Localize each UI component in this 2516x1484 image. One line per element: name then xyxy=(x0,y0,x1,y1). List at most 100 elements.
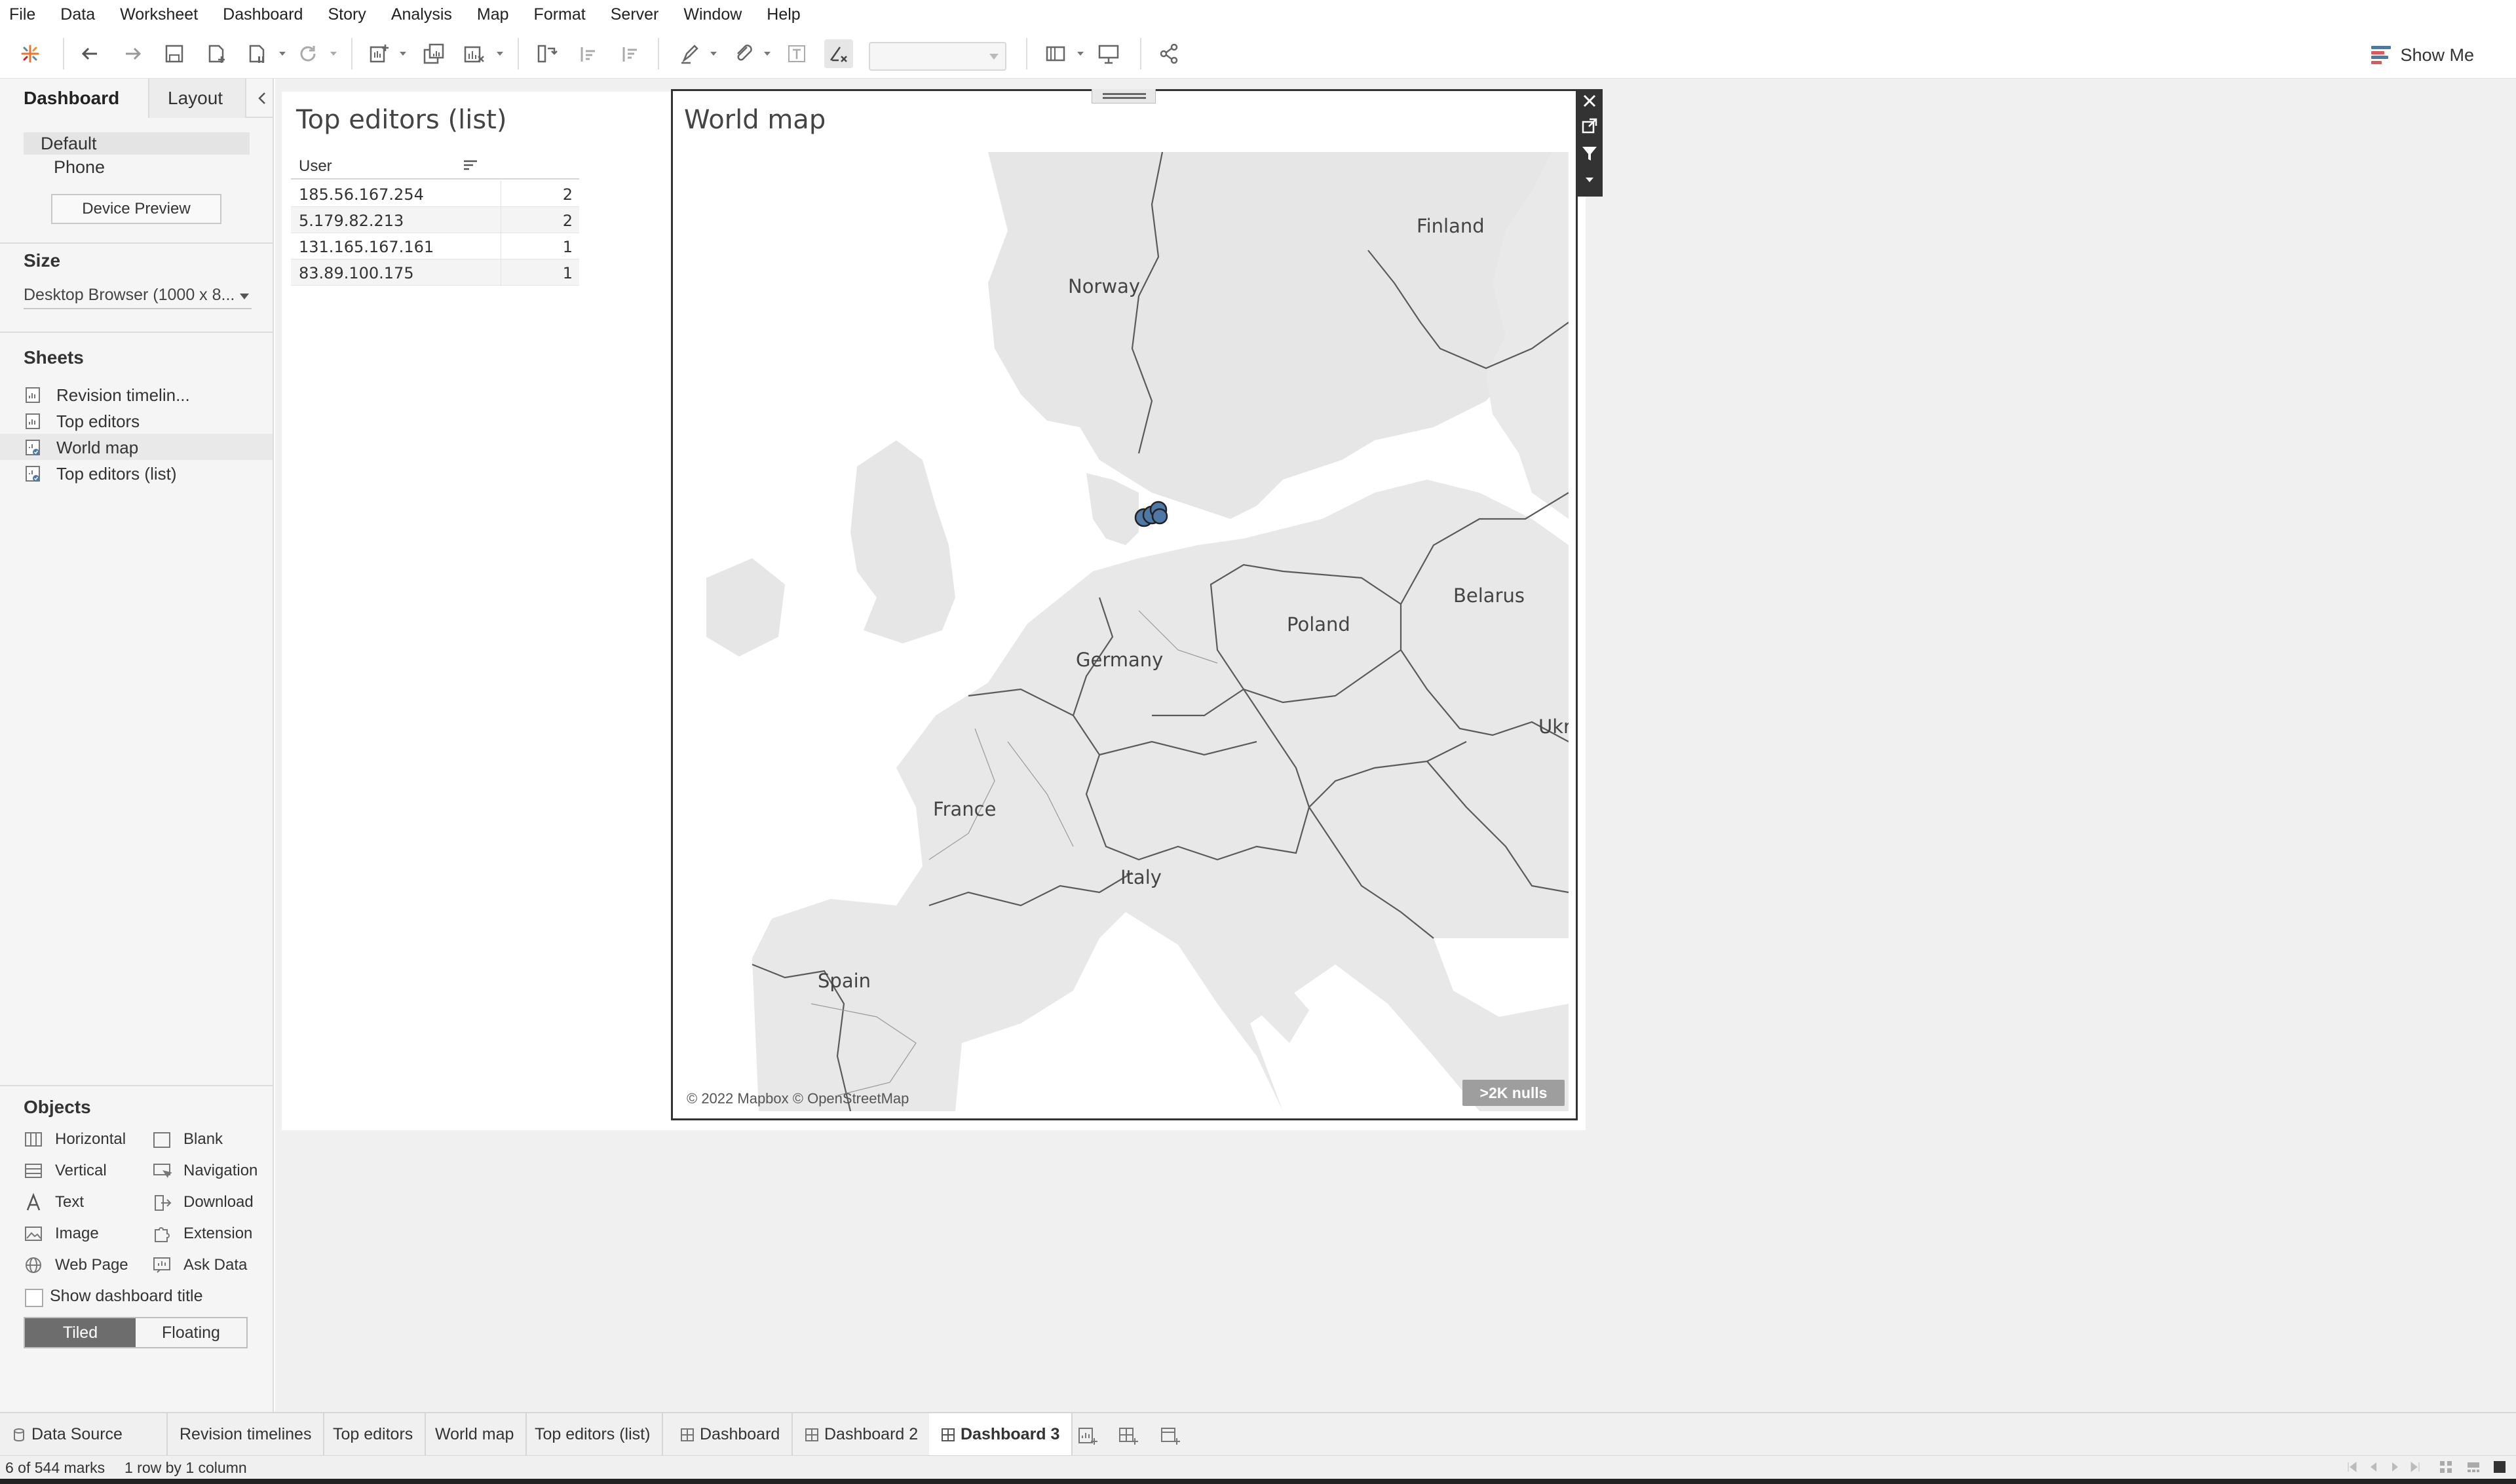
column-header-user[interactable]: User xyxy=(299,157,332,176)
object-label: Extension xyxy=(183,1225,253,1242)
table-row[interactable]: 131.165.167.161 1 xyxy=(291,233,579,259)
tab-dashboard-2[interactable]: Dashboard 2 xyxy=(793,1413,932,1456)
table-row[interactable]: 83.89.100.175 1 xyxy=(291,259,579,286)
more-options-icon[interactable] xyxy=(1580,170,1599,189)
chevron-down-icon[interactable] xyxy=(398,50,408,57)
presentation-mode-icon[interactable] xyxy=(1094,39,1123,68)
menu-worksheet[interactable]: Worksheet xyxy=(120,5,198,24)
menu-bar: File Data Worksheet Dashboard Story Anal… xyxy=(0,0,2516,29)
floating-button[interactable]: Floating xyxy=(136,1318,246,1347)
object-label: Blank xyxy=(183,1130,223,1148)
go-to-sheet-icon[interactable] xyxy=(1580,117,1599,135)
new-dashboard-icon[interactable] xyxy=(1118,1425,1139,1446)
tab-label: World map xyxy=(435,1425,514,1443)
table-row[interactable]: 185.56.167.254 2 xyxy=(291,181,579,207)
highlight-icon[interactable] xyxy=(675,39,704,68)
new-worksheet-icon[interactable] xyxy=(364,39,393,68)
show-filmstrip-icon[interactable] xyxy=(2466,1460,2481,1474)
clear-sheet-icon[interactable] xyxy=(460,39,489,68)
menu-map[interactable]: Map xyxy=(477,5,509,24)
tab-dashboard[interactable]: Dashboard xyxy=(668,1413,793,1456)
collapse-panel-icon[interactable] xyxy=(254,89,270,107)
image-icon xyxy=(25,1227,42,1241)
nulls-indicator[interactable]: >2K nulls xyxy=(1462,1080,1565,1106)
size-value: Desktop Browser (1000 x 8... xyxy=(24,286,235,304)
menu-story[interactable]: Story xyxy=(328,5,366,24)
chevron-down-icon[interactable] xyxy=(763,50,772,57)
menu-help[interactable]: Help xyxy=(767,5,800,24)
show-sheet-sorter-icon[interactable] xyxy=(2439,1460,2453,1474)
next-sheet-icon[interactable] xyxy=(2388,1460,2402,1474)
undo-icon[interactable] xyxy=(76,39,105,68)
refresh-icon[interactable] xyxy=(294,39,322,68)
close-icon[interactable] xyxy=(1580,92,1599,110)
chevron-down-icon[interactable] xyxy=(329,50,338,57)
tab-revision-timelines[interactable]: Revision timelines xyxy=(168,1413,325,1456)
sort-ascending-icon[interactable] xyxy=(574,39,603,68)
show-dashboard-title-checkbox[interactable] xyxy=(25,1289,43,1307)
device-phone[interactable]: Phone xyxy=(54,157,105,178)
menu-file[interactable]: File xyxy=(9,5,35,24)
menu-data[interactable]: Data xyxy=(60,5,95,24)
chevron-down-icon[interactable] xyxy=(278,50,287,57)
show-mark-labels-icon[interactable] xyxy=(782,39,811,68)
zone-drag-handle[interactable] xyxy=(1092,89,1156,104)
new-data-source-icon[interactable] xyxy=(202,39,231,68)
toolbar-separator xyxy=(63,38,64,69)
tab-layout[interactable]: Layout xyxy=(148,79,246,118)
chevron-down-icon[interactable] xyxy=(495,50,505,57)
worksheet-used-icon xyxy=(26,466,40,482)
tiled-button[interactable]: Tiled xyxy=(25,1318,136,1347)
duplicate-sheet-icon[interactable] xyxy=(419,39,448,68)
tab-dashboard-3[interactable]: Dashboard 3 xyxy=(929,1413,1073,1456)
tab-top-editors[interactable]: Top editors xyxy=(321,1413,427,1456)
sheet-item-label: World map xyxy=(56,438,139,457)
tab-world-map[interactable]: World map xyxy=(423,1413,527,1456)
map-mark[interactable] xyxy=(1151,508,1168,525)
swap-rows-columns-icon[interactable] xyxy=(532,39,561,68)
group-members-icon[interactable] xyxy=(729,39,757,68)
device-default[interactable]: Default xyxy=(24,132,250,155)
chevron-down-icon[interactable] xyxy=(1076,50,1085,57)
fit-combo[interactable] xyxy=(869,42,1006,71)
tableau-logo-icon[interactable] xyxy=(16,39,45,68)
fix-axes-icon[interactable] xyxy=(824,39,853,68)
menu-window[interactable]: Window xyxy=(683,5,742,24)
horizontal-container-icon xyxy=(25,1132,42,1147)
tab-dashboard[interactable]: Dashboard xyxy=(0,79,148,118)
save-icon[interactable] xyxy=(160,39,189,68)
menu-server[interactable]: Server xyxy=(611,5,659,24)
show-me-label: Show Me xyxy=(2400,45,2474,65)
show-me-button[interactable]: Show Me xyxy=(2371,42,2474,68)
menu-format[interactable]: Format xyxy=(534,5,586,24)
menu-dashboard[interactable]: Dashboard xyxy=(223,5,303,24)
share-icon[interactable] xyxy=(1154,39,1183,68)
previous-sheet-icon[interactable] xyxy=(2367,1460,2381,1474)
show-cards-icon[interactable] xyxy=(1042,39,1071,68)
filter-icon[interactable] xyxy=(1580,144,1599,162)
tab-top-editors-list[interactable]: Top editors (list) xyxy=(523,1413,664,1456)
redo-icon[interactable] xyxy=(118,39,147,68)
last-sheet-icon[interactable] xyxy=(2409,1460,2423,1474)
tab-label: Data Source xyxy=(31,1425,123,1443)
object-label: Web Page xyxy=(55,1256,128,1274)
tab-label: Top editors (list) xyxy=(535,1425,651,1443)
world-map-view[interactable]: Finland Norway Belarus Poland Germany Uk… xyxy=(680,152,1569,1111)
sheet-item-top-editors-list[interactable]: Top editors (list) xyxy=(0,460,273,486)
sheet-item-top-editors[interactable]: Top editors xyxy=(0,408,273,434)
new-worksheet-icon[interactable] xyxy=(1077,1425,1098,1446)
chevron-down-icon[interactable] xyxy=(709,50,718,57)
sort-descending-icon[interactable] xyxy=(616,39,645,68)
tab-data-source[interactable]: Data Source xyxy=(0,1413,168,1456)
pause-auto-updates-icon[interactable] xyxy=(242,39,271,68)
sheet-item-revision-timelines[interactable]: Revision timelin... xyxy=(0,381,273,408)
sort-icon[interactable] xyxy=(463,159,478,173)
show-tabs-icon[interactable] xyxy=(2492,1460,2507,1474)
table-row[interactable]: 5.179.82.213 2 xyxy=(291,207,579,233)
new-story-icon[interactable] xyxy=(1160,1425,1181,1446)
device-preview-button[interactable]: Device Preview xyxy=(51,194,221,224)
first-sheet-icon[interactable] xyxy=(2344,1460,2359,1474)
menu-analysis[interactable]: Analysis xyxy=(391,5,452,24)
size-dropdown[interactable]: Desktop Browser (1000 x 8... xyxy=(24,286,252,309)
sheet-item-world-map[interactable]: World map xyxy=(0,434,273,460)
